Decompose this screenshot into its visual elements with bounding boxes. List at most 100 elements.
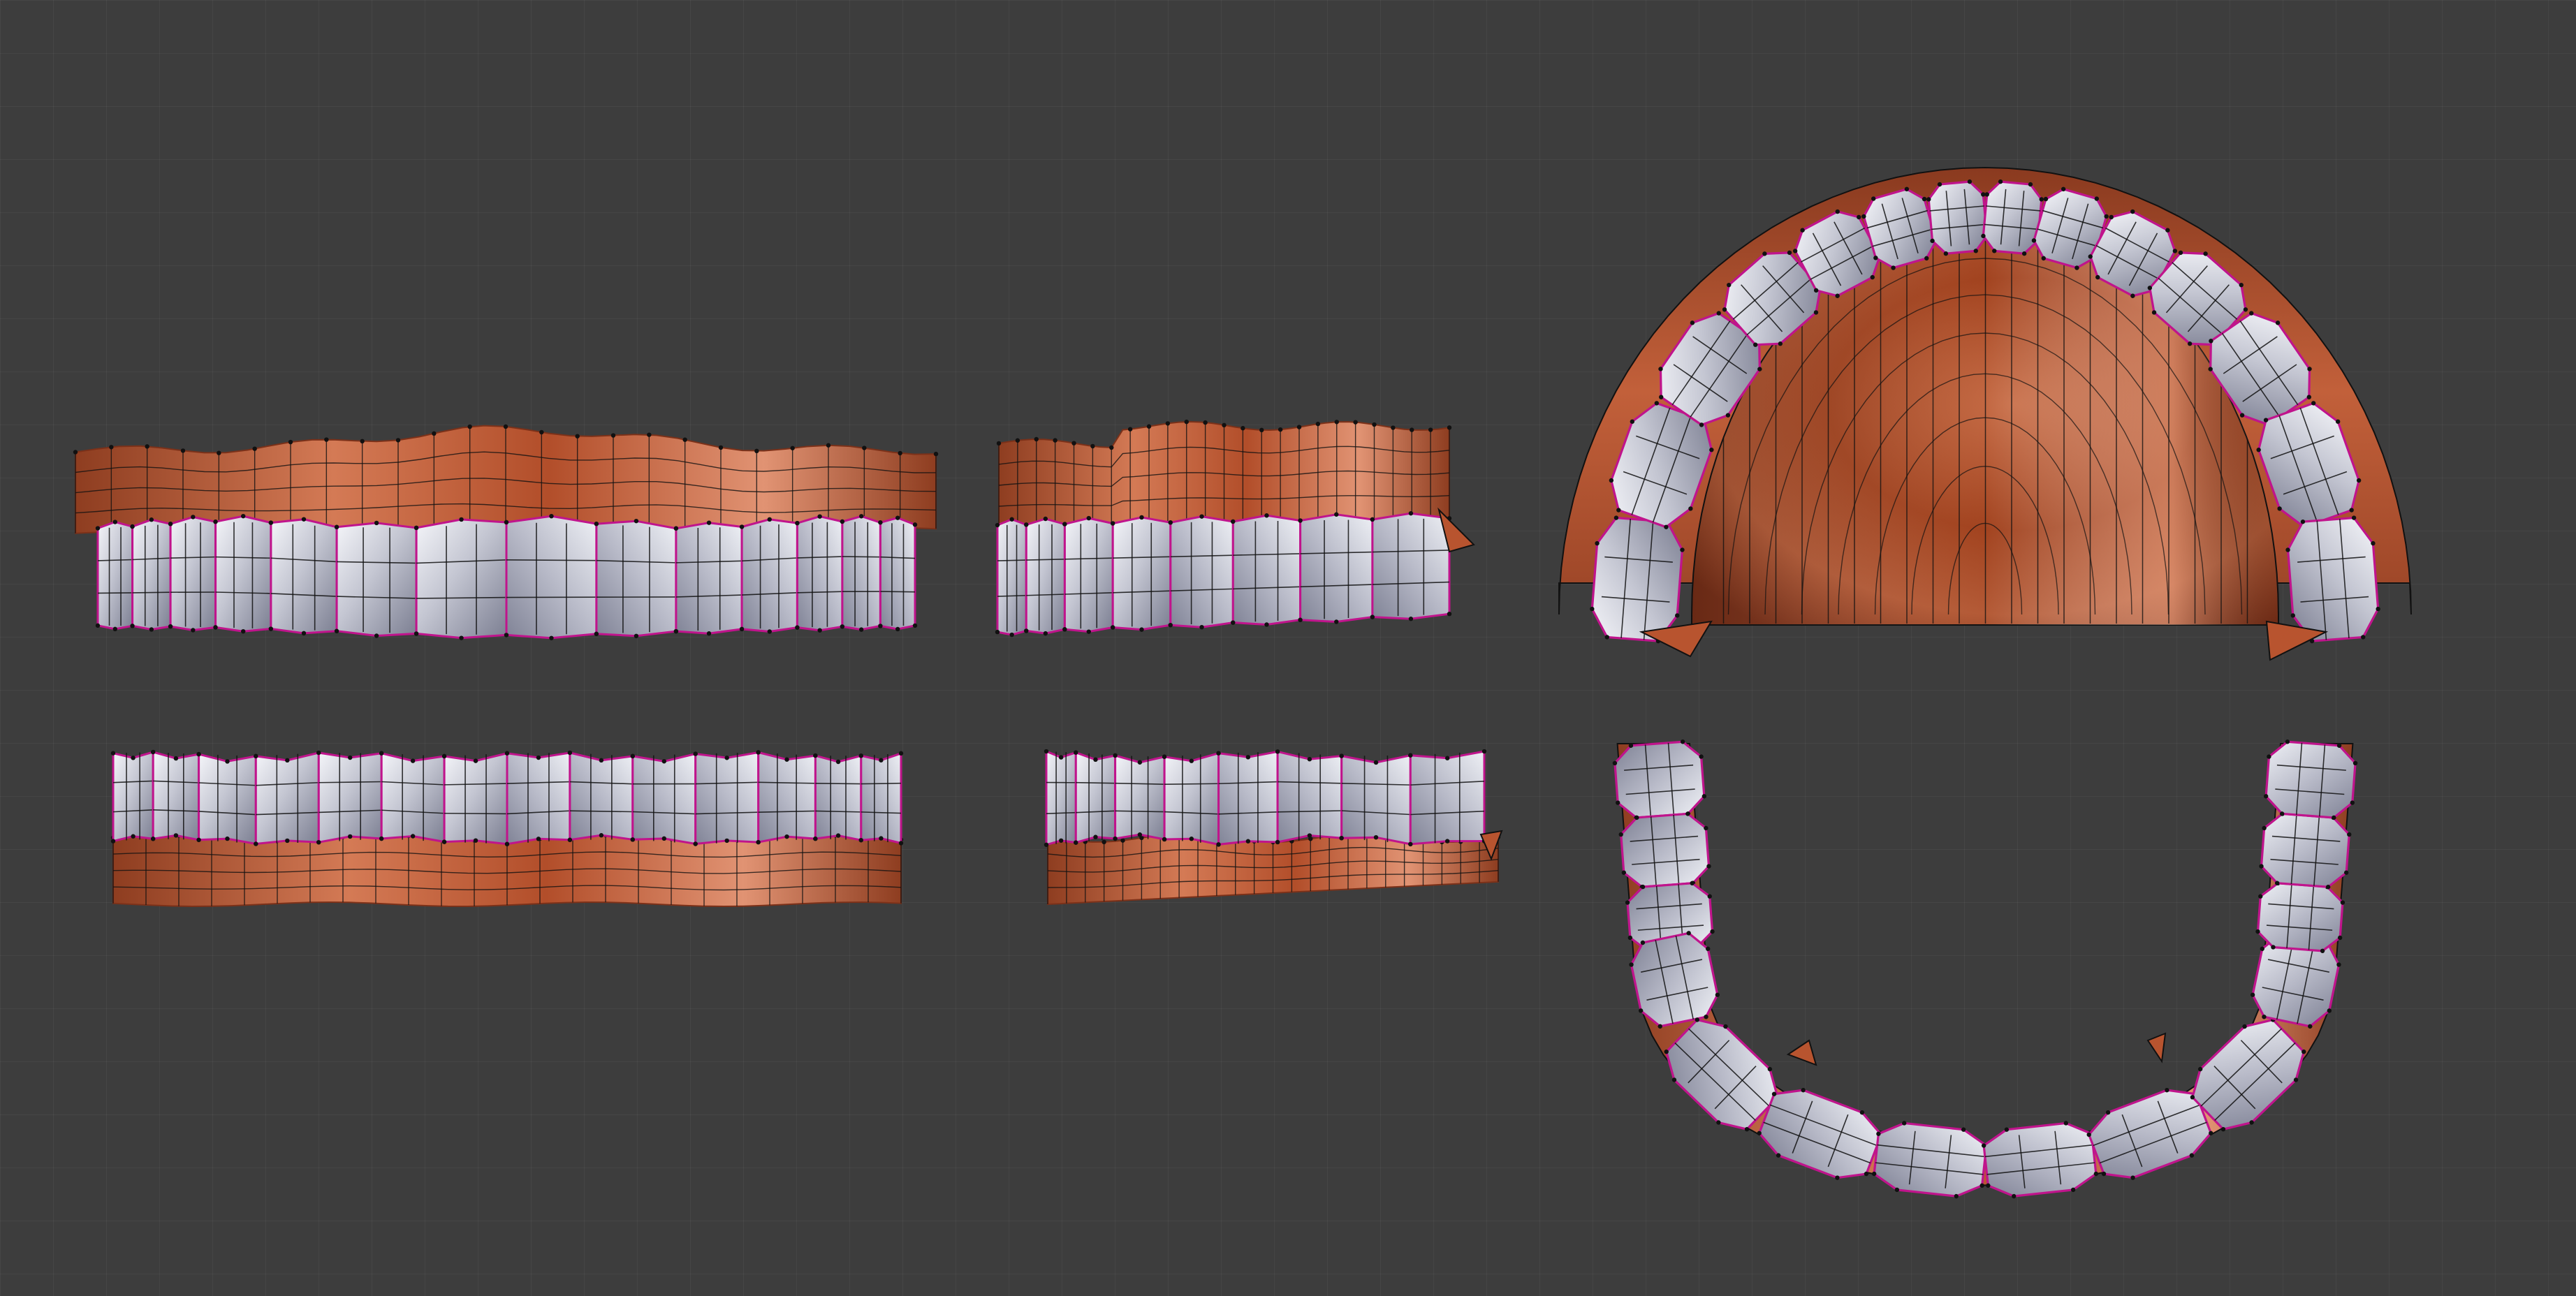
mesh-vertex[interactable]	[1199, 624, 1204, 630]
tooth[interactable]	[814, 754, 863, 842]
mesh-vertex[interactable]	[1090, 443, 1095, 449]
mesh-vertex[interactable]	[473, 758, 478, 763]
mesh-vertex[interactable]	[348, 834, 353, 839]
mesh-vertex[interactable]	[1278, 427, 1283, 432]
tooth[interactable]	[1063, 517, 1114, 633]
tooth[interactable]	[214, 515, 272, 633]
mesh-vertex[interactable]	[739, 626, 745, 632]
mesh-vertex[interactable]	[549, 513, 554, 519]
mesh-vertex[interactable]	[459, 517, 464, 522]
mesh-vertex[interactable]	[1093, 834, 1098, 839]
mesh-vertex[interactable]	[459, 635, 464, 640]
mesh-vertex[interactable]	[567, 837, 573, 842]
mesh-vertex[interactable]	[73, 450, 78, 455]
mesh-vertex[interactable]	[895, 515, 900, 520]
mesh-vertex[interactable]	[112, 626, 117, 632]
mesh-vertex[interactable]	[432, 431, 437, 436]
tooth[interactable]	[1276, 750, 1343, 844]
tooth[interactable]	[198, 753, 257, 846]
mesh-vertex[interactable]	[1110, 521, 1115, 526]
mesh-vertex[interactable]	[1044, 842, 1049, 847]
tooth[interactable]	[2257, 810, 2352, 890]
upper-teeth-side-view[interactable]	[995, 419, 1475, 638]
mesh-vertex[interactable]	[754, 448, 759, 454]
mesh-vertex[interactable]	[706, 631, 712, 636]
mesh-vertex[interactable]	[1259, 427, 1264, 433]
mesh-vertex[interactable]	[1444, 839, 1450, 844]
mesh-vertex[interactable]	[173, 833, 179, 838]
mesh-vertex[interactable]	[878, 520, 883, 525]
mesh-vertex[interactable]	[441, 839, 447, 844]
mesh-vertex[interactable]	[630, 837, 636, 842]
mesh-vertex[interactable]	[912, 623, 918, 628]
mesh-vertex[interactable]	[1162, 754, 1167, 759]
mesh-vertex[interactable]	[1275, 749, 1280, 754]
mesh-vertex[interactable]	[1264, 513, 1269, 518]
mesh-vertex[interactable]	[1093, 757, 1098, 763]
mesh-vertex[interactable]	[410, 758, 416, 763]
mesh-vertex[interactable]	[1062, 522, 1067, 526]
mesh-vertex[interactable]	[1071, 441, 1076, 446]
mesh-vertex[interactable]	[1264, 622, 1269, 627]
mesh-vertex[interactable]	[1334, 512, 1339, 517]
tooth[interactable]	[1618, 810, 1713, 890]
mesh-vertex[interactable]	[254, 753, 258, 759]
mesh-vertex[interactable]	[1199, 514, 1204, 519]
mesh-vertex[interactable]	[1189, 837, 1194, 841]
mesh-vertex[interactable]	[599, 833, 604, 838]
mesh-vertex[interactable]	[840, 519, 845, 524]
mesh-vertex[interactable]	[693, 841, 698, 846]
tooth[interactable]	[505, 515, 598, 640]
mesh-vertex[interactable]	[374, 520, 379, 526]
mesh-vertex[interactable]	[131, 756, 136, 760]
mesh-vertex[interactable]	[673, 526, 679, 531]
tooth[interactable]	[996, 518, 1027, 636]
mesh-vertex[interactable]	[268, 520, 274, 525]
tooth[interactable]	[2254, 880, 2346, 955]
mesh-vertex[interactable]	[149, 627, 154, 632]
mesh-vertex[interactable]	[549, 635, 554, 640]
mesh-vertex[interactable]	[1058, 838, 1064, 843]
tooth[interactable]	[841, 515, 881, 631]
mesh-vertex[interactable]	[316, 839, 321, 845]
mesh-vertex[interactable]	[1024, 628, 1029, 633]
mesh-vertex[interactable]	[790, 446, 795, 450]
mesh-vertex[interactable]	[898, 841, 904, 846]
mesh-vertex[interactable]	[285, 838, 290, 844]
tooth[interactable]	[595, 520, 678, 638]
mesh-vertex[interactable]	[379, 836, 384, 841]
tooth[interactable]	[740, 518, 798, 633]
mesh-vertex[interactable]	[898, 751, 904, 756]
mesh-vertex[interactable]	[334, 524, 339, 530]
mesh-vertex[interactable]	[110, 751, 116, 756]
tooth[interactable]	[1025, 517, 1066, 635]
mesh-vertex[interactable]	[1373, 760, 1379, 765]
mesh-vertex[interactable]	[217, 450, 221, 455]
mesh-vertex[interactable]	[1109, 445, 1114, 450]
mesh-vertex[interactable]	[767, 629, 772, 634]
mesh-vertex[interactable]	[862, 446, 867, 450]
lower-teeth-front-view[interactable]	[110, 749, 904, 908]
mesh-vertex[interactable]	[1334, 619, 1339, 624]
mesh-vertex[interactable]	[673, 628, 679, 634]
mesh-vertex[interactable]	[1372, 422, 1377, 427]
tooth[interactable]	[796, 515, 844, 632]
mesh-vertex[interactable]	[634, 518, 639, 524]
mesh-vertex[interactable]	[360, 439, 365, 444]
mesh-vertex[interactable]	[180, 448, 186, 453]
mesh-vertex[interactable]	[441, 753, 447, 759]
mesh-vertex[interactable]	[191, 515, 196, 520]
mesh-vertex[interactable]	[567, 750, 573, 756]
mesh-vertex[interactable]	[1137, 832, 1143, 837]
upper-teeth-bottom-view[interactable]	[1558, 166, 2412, 661]
tooth[interactable]	[1074, 751, 1117, 844]
mesh-vertex[interactable]	[213, 520, 218, 524]
mesh-vertex[interactable]	[661, 759, 666, 764]
mesh-vertex[interactable]	[1339, 753, 1344, 758]
mesh-vertex[interactable]	[795, 520, 800, 526]
mesh-vertex[interactable]	[1139, 627, 1144, 632]
mesh-vertex[interactable]	[1113, 753, 1118, 758]
mesh-vertex[interactable]	[1137, 760, 1143, 765]
mesh-vertex[interactable]	[504, 520, 509, 525]
mesh-vertex[interactable]	[1275, 839, 1280, 845]
